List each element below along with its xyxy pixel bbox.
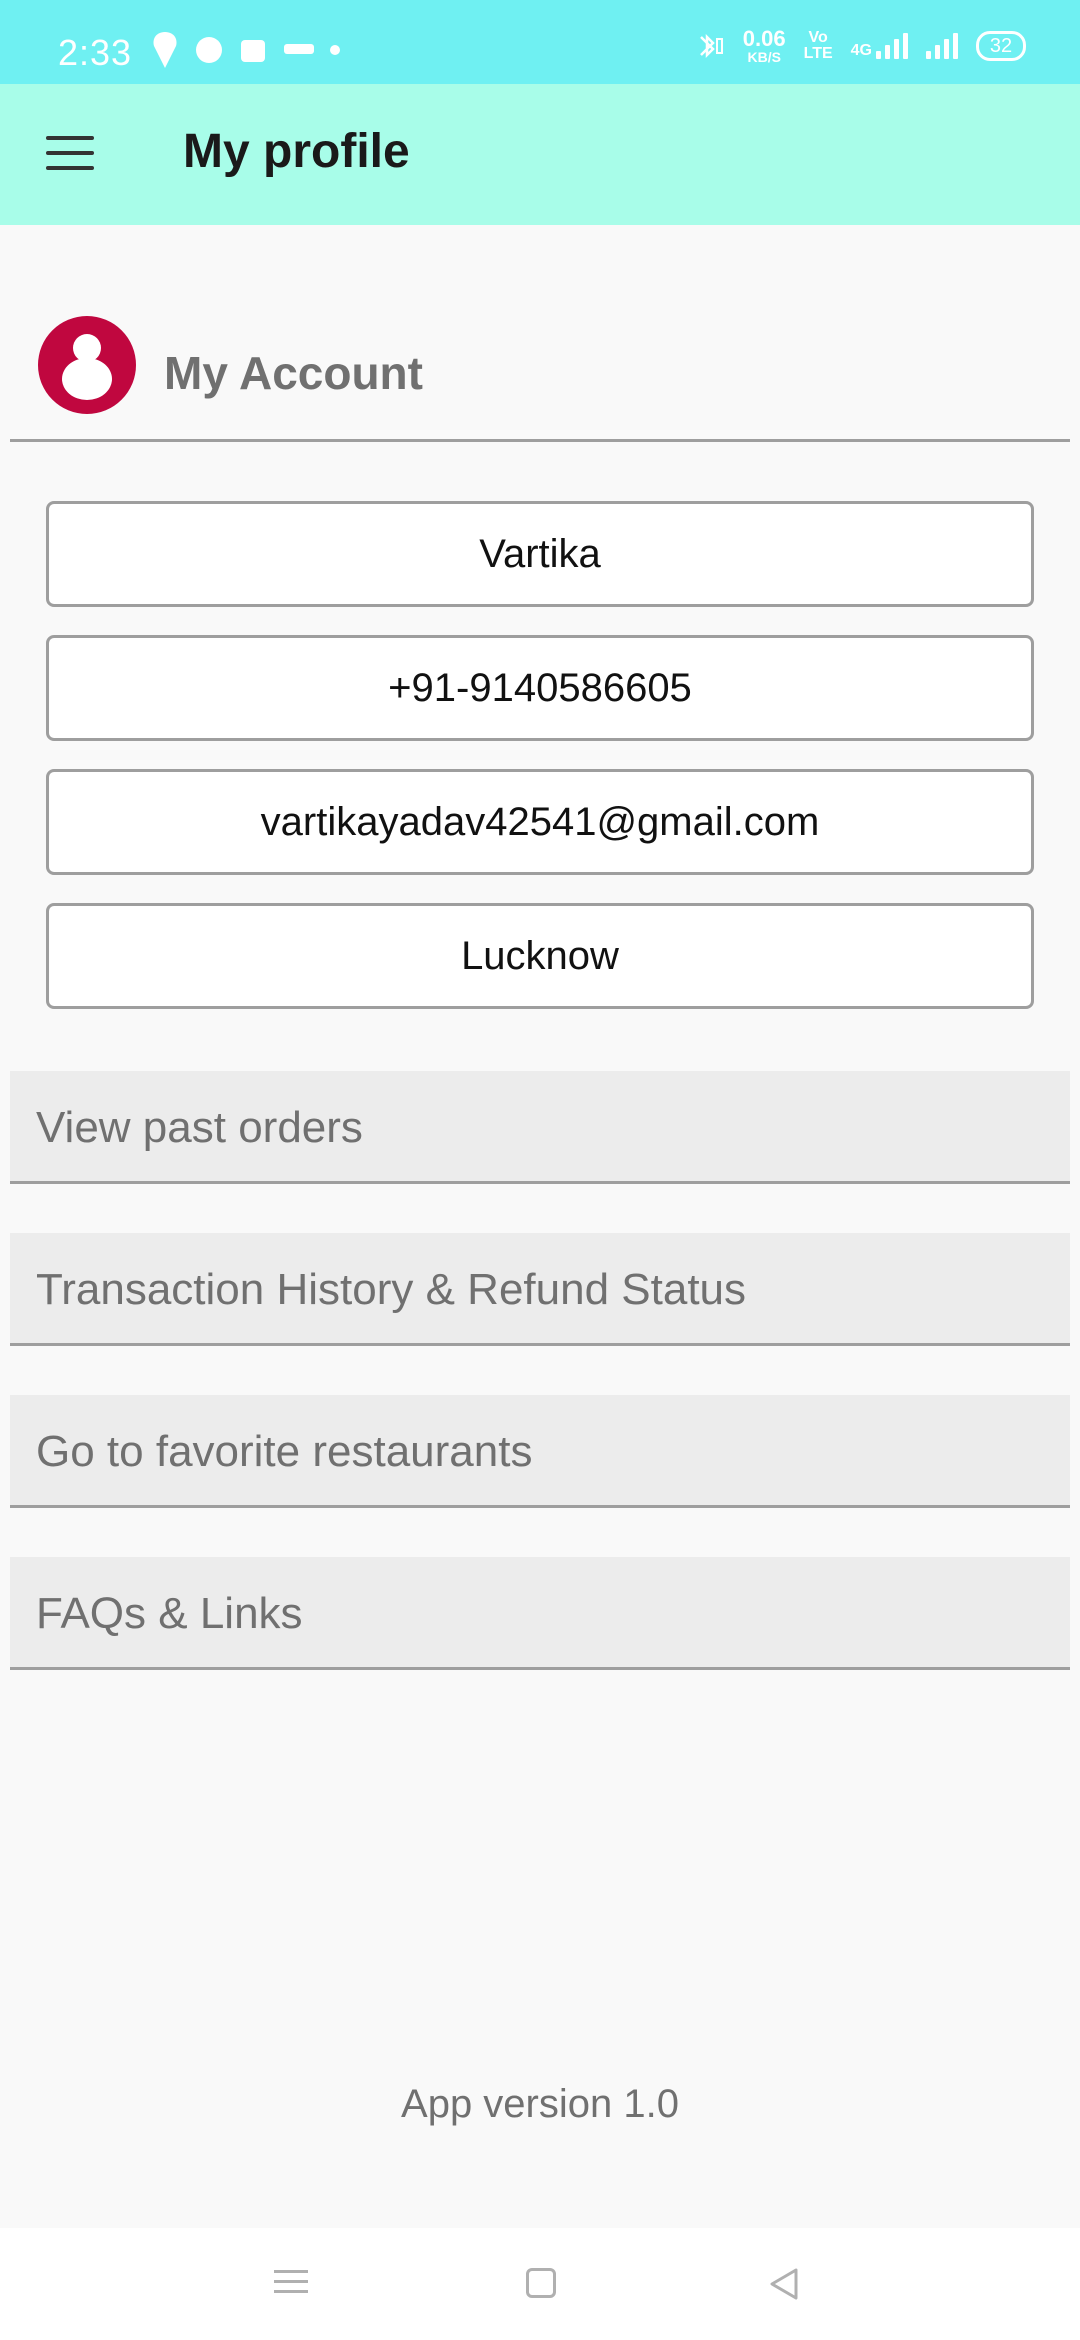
account-title: My Account <box>164 347 423 399</box>
voot-icon <box>284 44 314 54</box>
jio-icon <box>196 37 222 63</box>
view-past-orders-row[interactable]: View past orders <box>10 1071 1070 1184</box>
bluetooth-vibrate-icon <box>699 33 723 59</box>
battery-icon: 32 <box>976 31 1026 61</box>
phone-field[interactable]: +91-9140586605 <box>46 635 1034 741</box>
status-time: 2:33 <box>58 32 133 73</box>
signal-4g-icon: 4G <box>851 33 908 59</box>
page-title: My profile <box>183 125 410 178</box>
recent-apps-icon[interactable] <box>274 2268 308 2296</box>
row-label: FAQs & Links <box>36 1589 303 1638</box>
notification-icons <box>150 30 340 70</box>
signal-icon <box>926 33 958 59</box>
hamburger-menu-icon[interactable] <box>46 136 94 172</box>
system-nav-bar <box>0 2228 1080 2340</box>
city-field[interactable]: Lucknow <box>46 903 1034 1009</box>
swiggy-icon <box>153 32 177 68</box>
row-label: Transaction History & Refund Status <box>36 1265 747 1314</box>
dot-icon <box>330 45 340 55</box>
transaction-history-row[interactable]: Transaction History & Refund Status <box>10 1233 1070 1346</box>
status-bar: 2:33 0.06 KB/S Vo LTE 4G 32 <box>0 0 1080 84</box>
favorite-restaurants-row[interactable]: Go to favorite restaurants <box>10 1395 1070 1508</box>
app-bar: My profile <box>0 84 1080 225</box>
email-field[interactable]: vartikayadav42541@gmail.com <box>46 769 1034 875</box>
row-label: View past orders <box>36 1103 363 1152</box>
battery-level: 32 <box>989 34 1013 57</box>
network-speed: 0.06 KB/S <box>742 26 786 65</box>
back-icon[interactable] <box>764 2264 804 2304</box>
faqs-links-row[interactable]: FAQs & Links <box>10 1557 1070 1670</box>
myntra-icon <box>241 40 265 62</box>
volte-indicator: Vo LTE <box>803 29 833 62</box>
app-version: App version 1.0 <box>401 2082 679 2126</box>
home-icon[interactable] <box>526 2268 556 2298</box>
name-field[interactable]: Vartika <box>46 501 1034 607</box>
account-header: My Account <box>10 310 1070 442</box>
avatar-icon <box>38 316 136 414</box>
row-label: Go to favorite restaurants <box>36 1427 533 1476</box>
